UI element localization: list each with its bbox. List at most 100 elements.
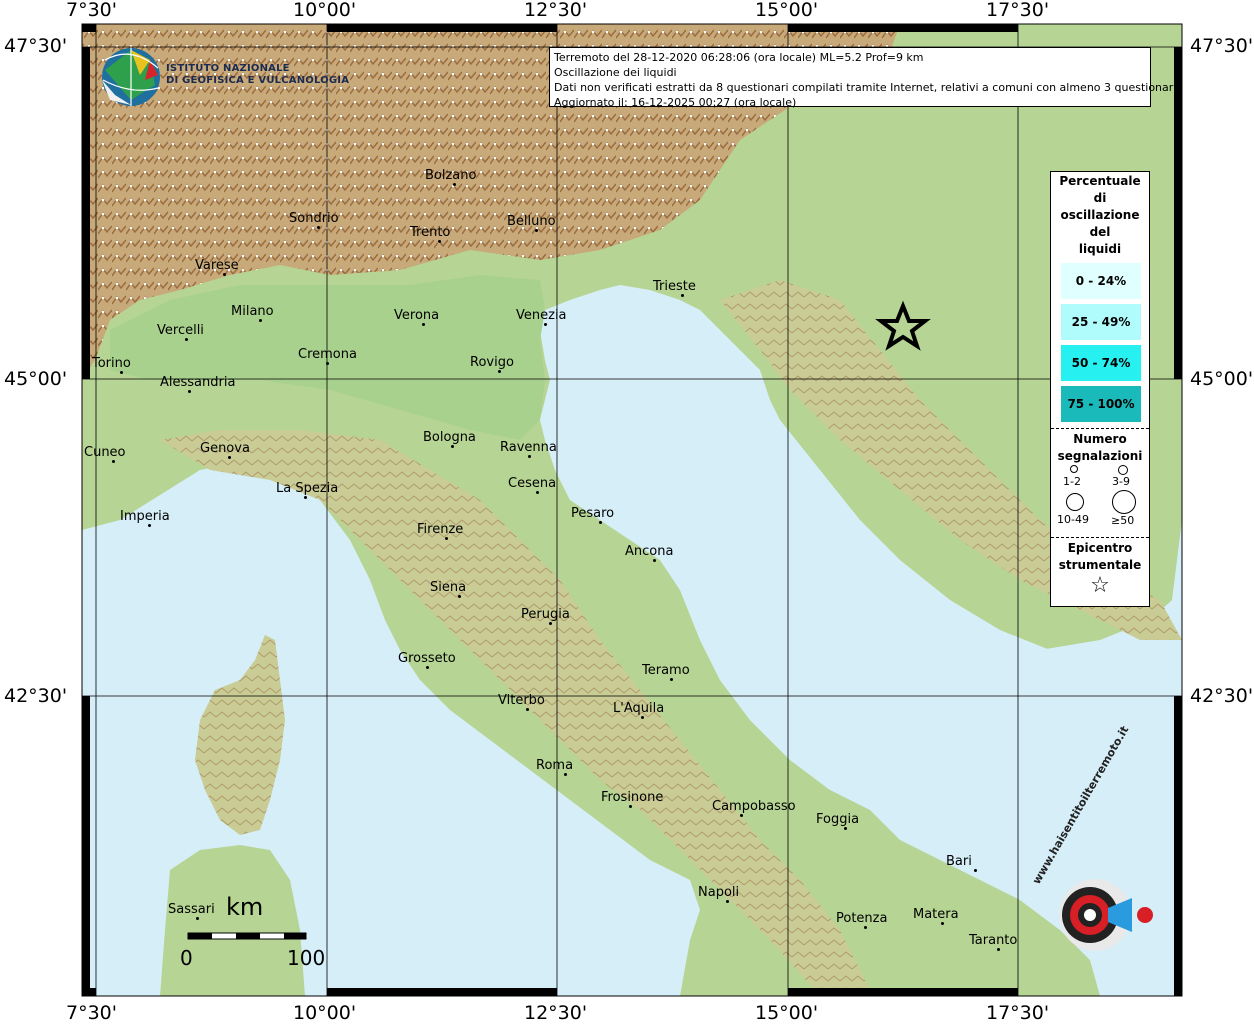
legend-count-title-line: Numero	[1073, 432, 1127, 446]
legend-title-line: liquidi	[1078, 242, 1122, 256]
event-info-line: Oscillazione dei liquidi	[554, 66, 677, 79]
city-label: Firenze	[417, 522, 464, 537]
city-marker-icon	[148, 524, 151, 527]
ingv-name-line2: DI GEOFISICA E VULCANOLOGIA	[166, 75, 350, 86]
city-label: Frosinone	[601, 790, 664, 805]
city-marker-icon	[974, 869, 977, 872]
lon-label-top: 17°30'	[986, 0, 1050, 21]
legend-swatch: 25 - 49%	[1061, 304, 1141, 340]
city-marker-icon	[188, 390, 191, 393]
city-marker-icon	[445, 537, 448, 540]
city-marker-icon	[844, 827, 847, 830]
city-label: Torino	[92, 356, 131, 371]
city-marker-icon	[228, 456, 231, 459]
city-marker-icon	[941, 922, 944, 925]
legend-swatch: 50 - 74%	[1061, 345, 1141, 381]
city-marker-icon	[564, 773, 567, 776]
legend-count-title-line: segnalazioni	[1057, 449, 1143, 463]
city-label: Cesena	[508, 476, 557, 491]
lat-label-left: 47°30'	[4, 35, 68, 57]
legend-title-line: oscillazione	[1060, 208, 1140, 222]
city-marker-icon	[185, 338, 188, 341]
city-label: Bolzano	[425, 168, 477, 183]
lon-label-top: 15°00'	[755, 0, 819, 21]
ingv-name-line1: ISTITUTO NAZIONALE	[166, 63, 290, 74]
circle-large-icon	[1066, 493, 1084, 511]
city-label: Ancona	[625, 544, 674, 559]
city-label: Verona	[394, 308, 440, 323]
legend-title: Percentuale di oscillazione del liquidi	[1051, 172, 1149, 258]
legend-title-line: di	[1093, 191, 1107, 205]
city-marker-icon	[458, 595, 461, 598]
city-marker-icon	[526, 708, 529, 711]
scale-start: 0	[180, 946, 193, 970]
city-label: Taranto	[969, 933, 1018, 948]
lat-label-right: 42°30'	[1190, 685, 1254, 707]
city-label: Perugia	[521, 607, 570, 622]
city-label: Bologna	[423, 430, 476, 445]
lon-label-top: 7°30'	[66, 0, 117, 21]
city-marker-icon	[997, 948, 1000, 951]
lon-label-top: 10°00'	[293, 0, 357, 21]
lon-label-bottom: 17°30'	[986, 1002, 1050, 1024]
lon-label-bottom: 12°30'	[524, 1002, 588, 1024]
city-label: Genova	[200, 441, 250, 456]
event-info-line: Dati non verificati estratti da 8 questi…	[554, 81, 1180, 94]
event-info-line: Terremoto del 28-12-2020 06:28:06 (ora l…	[554, 51, 924, 64]
city-label: Rovigo	[470, 355, 514, 370]
city-label: Trieste	[653, 279, 696, 294]
city-marker-icon	[599, 521, 602, 524]
city-label: Cuneo	[84, 445, 126, 460]
city-label: Siena	[430, 580, 467, 595]
city-marker-icon	[112, 460, 115, 463]
count-label: 3-9	[1112, 475, 1130, 488]
lon-label-bottom: 7°30'	[66, 1002, 117, 1024]
lat-label-right: 47°30'	[1190, 35, 1254, 57]
city-marker-icon	[196, 917, 199, 920]
city-label: Venezia	[516, 308, 567, 323]
city-marker-icon	[422, 323, 425, 326]
city-label: Grosseto	[398, 651, 456, 666]
city-label: Campobasso	[712, 799, 796, 814]
city-marker-icon	[549, 622, 552, 625]
city-marker-icon	[653, 559, 656, 562]
city-label: Bari	[946, 854, 972, 869]
count-label: 1-2	[1063, 475, 1081, 488]
event-info-line: Aggiornato il: 16-12-2025 00:27 (ora loc…	[554, 96, 797, 109]
city-label: Varese	[195, 258, 239, 273]
city-marker-icon	[438, 240, 441, 243]
city-label: Cremona	[298, 347, 357, 362]
city-label: Teramo	[642, 663, 690, 678]
lat-label-left: 45°00'	[4, 368, 68, 390]
city-marker-icon	[528, 455, 531, 458]
legend-epi-title-line: strumentale	[1058, 558, 1142, 572]
city-marker-icon	[544, 323, 547, 326]
city-label: La Spezia	[276, 481, 339, 496]
city-label: Foggia	[816, 812, 860, 827]
city-marker-icon	[629, 805, 632, 808]
legend-title-line: Percentuale	[1059, 174, 1141, 188]
city-marker-icon	[326, 362, 329, 365]
city-marker-icon	[426, 666, 429, 669]
city-label: L'Aquila	[613, 701, 665, 716]
lat-label-left: 42°30'	[4, 685, 68, 707]
city-label: Napoli	[698, 885, 740, 900]
city-marker-icon	[641, 716, 644, 719]
legend: Percentuale di oscillazione del liquidi …	[1050, 171, 1150, 607]
city-label: Potenza	[836, 911, 888, 926]
city-label: Roma	[536, 758, 574, 773]
star-icon: ☆	[1090, 573, 1110, 598]
lon-label-bottom: 15°00'	[755, 1002, 819, 1024]
lon-label-top: 12°30'	[524, 0, 588, 21]
city-marker-icon	[120, 371, 123, 374]
city-label: Milano	[231, 304, 274, 319]
count-label: ≥50	[1111, 514, 1135, 527]
city-marker-icon	[451, 445, 454, 448]
lat-label-right: 45°00'	[1190, 368, 1254, 390]
circle-small-icon	[1070, 465, 1078, 473]
city-marker-icon	[317, 226, 320, 229]
legend-count-title: Numero segnalazioni	[1051, 429, 1149, 465]
legend-count-symbols: 1-2 3-9 10-49 ≥50	[1051, 465, 1149, 545]
scale-unit: km	[226, 893, 264, 921]
city-marker-icon	[259, 319, 262, 322]
